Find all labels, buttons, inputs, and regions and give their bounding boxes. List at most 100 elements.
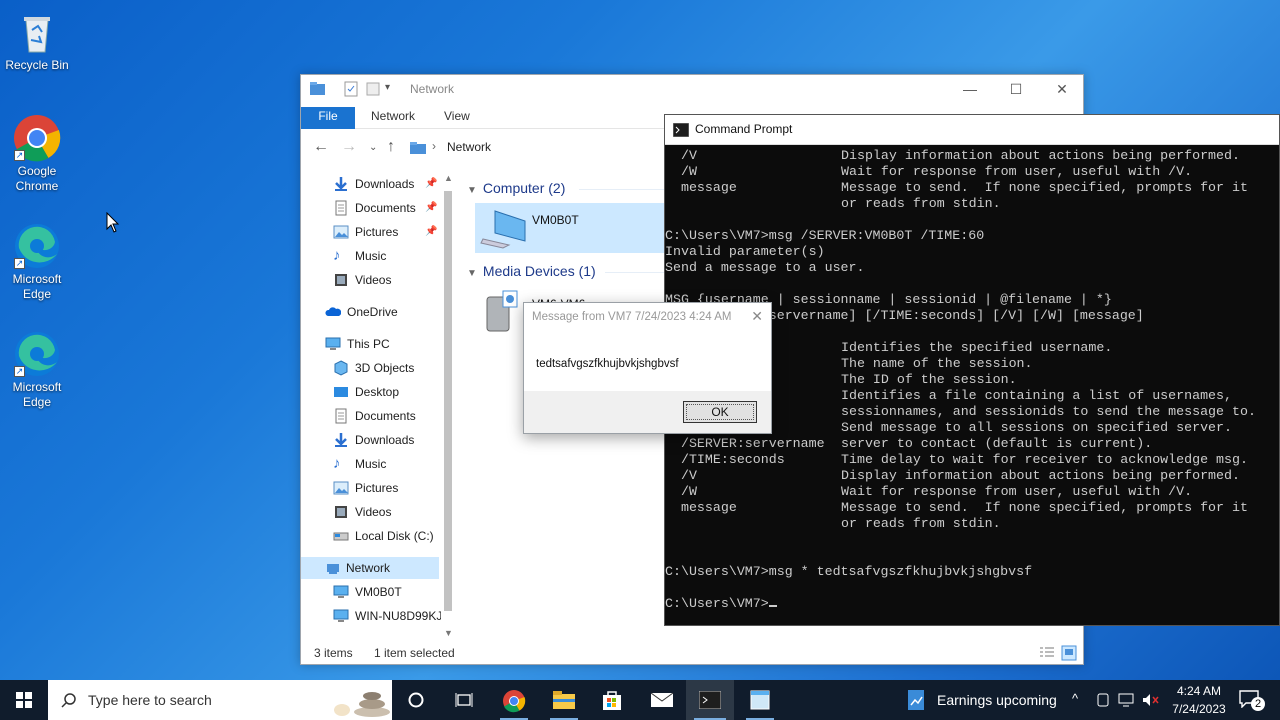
nav-item-network[interactable]: Network <box>301 557 439 579</box>
taskbar-command-prompt[interactable] <box>686 680 734 720</box>
shortcut-arrow-icon: ↗ <box>14 366 25 377</box>
clock-date[interactable]: 7/24/2023 <box>1162 702 1236 716</box>
taskbar-file-explorer[interactable] <box>540 680 588 720</box>
desktop-icon-label: Google Chrome <box>15 164 59 193</box>
explorer-titlebar[interactable]: ▾ Network — ☐ ✕ <box>301 75 1083 103</box>
nav-item-documents[interactable]: Documents 📌 <box>333 197 443 219</box>
forward-arrow-icon[interactable]: → <box>341 138 357 156</box>
cmd-line-param: message <box>665 500 737 515</box>
taskbar: Type here to search Earnings upcoming ^ … <box>0 680 1280 720</box>
scroll-down-icon[interactable]: ▼ <box>444 628 453 638</box>
dialog-title: Message from VM7 7/24/2023 4:24 AM <box>532 311 732 323</box>
minimize-button[interactable]: — <box>947 75 993 103</box>
taskbar-chrome[interactable] <box>490 680 538 720</box>
network-item-vm0b0t[interactable]: VM0B0T <box>475 203 675 253</box>
cmd-title: Command Prompt <box>695 122 793 136</box>
start-button[interactable] <box>0 680 48 720</box>
network-status-icon[interactable] <box>1118 692 1136 708</box>
cmd-titlebar[interactable]: Command Prompt <box>665 115 1279 145</box>
local-disk-icon <box>333 532 349 541</box>
task-view-icon <box>455 693 473 707</box>
pin-icon: 📌 <box>425 202 438 213</box>
dialog-body: tedtsafvgszfkhujbvkjshgbvsf <box>524 333 771 391</box>
maximize-button[interactable]: ☐ <box>993 75 1039 103</box>
3d-objects-icon <box>334 360 348 376</box>
music-icon: ♪ <box>333 455 341 472</box>
up-arrow-icon[interactable]: ↑ <box>387 138 395 156</box>
back-arrow-icon[interactable]: ← <box>313 138 329 156</box>
cmd-line-desc: server to contact (default is current). <box>841 436 1153 451</box>
desktop-icon-chrome[interactable]: ↗ Google Chrome <box>0 114 74 194</box>
onedrive-cloud-icon <box>325 307 341 316</box>
cmd-line-desc: Wait for response from user, useful with… <box>841 164 1193 179</box>
music-icon: ♪ <box>333 247 341 264</box>
group-header-computer[interactable]: ▼ Computer (2) <box>467 180 565 196</box>
device-icon[interactable] <box>1095 692 1111 708</box>
message-dialog[interactable]: Message from VM7 7/24/2023 4:24 AM ✕ ted… <box>523 302 772 434</box>
nav-item-pictures[interactable]: Pictures 📌 <box>333 221 443 243</box>
recycle-bin-icon <box>13 8 61 56</box>
news-widget[interactable]: Earnings upcoming <box>900 680 1060 720</box>
cmd-line: C:\Users\VM7> <box>665 596 777 612</box>
taskbar-store[interactable] <box>588 680 636 720</box>
status-bar: 3 items 1 item selected <box>301 642 1083 664</box>
breadcrumb[interactable]: Network <box>447 140 491 154</box>
cmd-icon <box>673 123 689 137</box>
mail-icon <box>650 692 674 707</box>
large-icons-view-icon[interactable] <box>1061 645 1077 661</box>
cmd-line-param: message <box>665 180 737 195</box>
nav-item-win-nu8d99kj[interactable]: WIN-NU8D99KJ... <box>333 605 441 627</box>
nav-item-downloads[interactable]: Downloads 📌 <box>333 173 443 195</box>
taskbar-search-box[interactable]: Type here to search <box>48 680 392 720</box>
tab-view[interactable]: View <box>432 107 482 129</box>
details-view-icon[interactable] <box>1039 646 1055 660</box>
scrollbar-thumb[interactable] <box>444 191 452 611</box>
taskbar-mail[interactable] <box>638 680 686 720</box>
task-view-button[interactable] <box>440 680 488 720</box>
cmd-line-desc: Time delay to wait for receiver to ackno… <box>841 452 1248 467</box>
cmd-line: Invalid parameter(s) <box>665 244 825 259</box>
network-icon <box>327 564 339 574</box>
cmd-line-desc: or reads from stdin. <box>841 196 1001 211</box>
cmd-line-desc: Display information about actions being … <box>841 148 1240 163</box>
tab-network[interactable]: Network <box>359 107 427 129</box>
desktop-icon-edge[interactable]: ↗ Microsoft Edge <box>0 330 74 410</box>
volume-muted-icon[interactable] <box>1142 692 1160 708</box>
customize-toolbar-chevron-icon[interactable]: ▾ <box>385 82 401 98</box>
computer-icon <box>333 609 349 622</box>
dialog-titlebar[interactable]: Message from VM7 7/24/2023 4:24 AM ✕ <box>524 303 771 333</box>
item-count: 3 items <box>314 646 353 660</box>
nav-scrollbar[interactable]: ▲ ▼ <box>441 173 455 643</box>
tab-file[interactable]: File <box>301 107 355 129</box>
scroll-up-icon[interactable]: ▲ <box>444 173 453 183</box>
cmd-line-desc: Message to send. If none specified, prom… <box>841 500 1248 515</box>
media-device-icon <box>486 290 518 332</box>
desktop-icon-label: Microsoft Edge <box>12 380 62 409</box>
properties-icon[interactable] <box>343 81 359 97</box>
desktop-icon-recycle-bin[interactable]: Recycle Bin <box>0 8 74 73</box>
news-text: Earnings upcoming <box>937 692 1057 708</box>
desktop-icon-edge[interactable]: ↗ Microsoft Edge <box>0 222 74 302</box>
close-button[interactable]: ✕ <box>1039 75 1085 103</box>
cmd-line-desc: Identifies a file containing a list of u… <box>841 388 1232 403</box>
notification-center-button[interactable]: 2 <box>1236 680 1276 720</box>
recent-locations-chevron-icon[interactable]: ⌄ <box>369 142 377 153</box>
clock-time[interactable]: 4:24 AM <box>1162 684 1236 698</box>
window-title: Network <box>410 82 455 96</box>
stock-chart-icon <box>908 690 924 710</box>
close-icon[interactable]: ✕ <box>751 308 763 325</box>
network-folder-icon <box>410 142 426 154</box>
selection-count: 1 item selected <box>374 646 455 660</box>
cmd-icon <box>699 691 721 709</box>
new-folder-icon[interactable] <box>365 81 381 97</box>
taskbar-notepad[interactable] <box>736 680 784 720</box>
chrome-icon: ↗ <box>13 114 61 162</box>
cortana-button[interactable] <box>392 680 440 720</box>
notification-count-badge: 2 <box>1251 697 1265 711</box>
pictures-icon <box>333 225 349 239</box>
group-header-media-devices[interactable]: ▼ Media Devices (1) <box>467 263 596 279</box>
documents-icon <box>335 200 347 216</box>
ok-button[interactable]: OK <box>683 401 757 423</box>
cmd-line: C:\Users\VM7>msg * tedtsafvgszfkhujbvkjs… <box>665 564 1033 579</box>
show-hidden-icons-chevron-icon[interactable]: ^ <box>1072 691 1078 706</box>
